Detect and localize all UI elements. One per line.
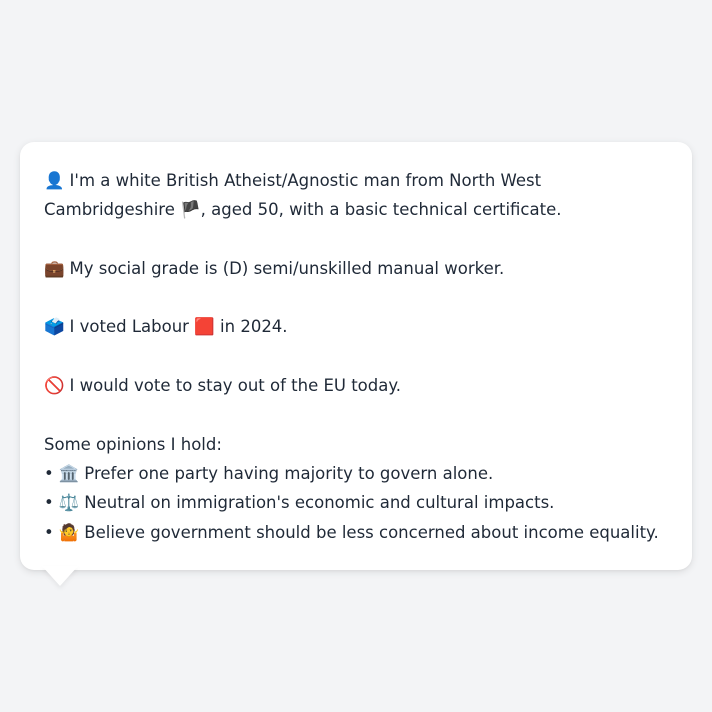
opinion-item: • 🤷 Believe government should be less conc… — [44, 518, 668, 547]
vote-year-text: in 2024. — [220, 317, 288, 337]
opinion-item: • ⚖️ Neutral on immigration's economic and… — [44, 488, 668, 517]
shrug-icon: 🤷 — [58, 522, 80, 542]
social-grade-text: My social grade is (D) semi/unskilled ma… — [69, 258, 505, 278]
bullet: • — [44, 493, 54, 513]
classical-building-icon: 🏛️ — [58, 463, 80, 483]
balance-scale-icon: ⚖️ — [58, 493, 80, 513]
england-flag-icon: 🏴 — [180, 200, 201, 220]
prohibited-icon: 🚫 — [44, 376, 65, 396]
vote-text: I voted Labour — [69, 317, 189, 337]
identity-line: 👤 I'm a white British Atheist/Agnostic ma… — [44, 166, 668, 225]
bullet: • — [44, 463, 54, 483]
bubble-tail — [42, 566, 78, 586]
social-grade-line: 💼 My social grade is (D) semi/unskilled m… — [44, 254, 668, 283]
opinion-item: • 🏛️ Prefer one party having majority to g… — [44, 459, 668, 488]
opinions-heading: Some opinions I hold: — [44, 434, 222, 454]
bullet: • — [44, 522, 54, 542]
ballot-box-icon: 🗳️ — [44, 317, 65, 337]
vote-line: 🗳️ I voted Labour 🟥 in 2024. — [44, 312, 668, 341]
opinion-text: Prefer one party having majority to gove… — [84, 463, 494, 483]
red-square-icon: 🟥 — [194, 317, 215, 337]
opinion-text: Neutral on immigration's economic and cu… — [84, 493, 555, 513]
identity-text-end: , aged 50, with a basic technical certif… — [200, 200, 562, 220]
eu-text: I would vote to stay out of the EU today… — [69, 376, 402, 396]
eu-line: 🚫 I would vote to stay out of the EU toda… — [44, 371, 668, 400]
briefcase-icon: 💼 — [44, 258, 65, 278]
person-icon: 👤 — [44, 171, 65, 190]
persona-message-bubble: 👤 I'm a white British Atheist/Agnostic ma… — [20, 142, 692, 570]
opinion-text: Believe government should be less concer… — [84, 522, 659, 542]
